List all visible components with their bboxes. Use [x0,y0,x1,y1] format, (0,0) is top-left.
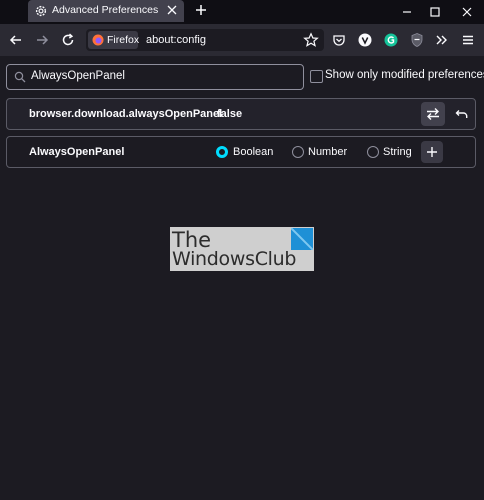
tab-advanced-preferences[interactable]: Advanced Preferences [28,0,184,22]
preference-row[interactable]: browser.download.alwaysOpenPanel false [6,98,476,130]
gear-icon [35,5,47,17]
pocket-icon[interactable] [331,32,347,48]
extension-v-icon[interactable] [357,32,373,48]
bookmark-star-icon[interactable] [303,32,319,48]
maximize-icon[interactable] [428,5,442,19]
preference-value: false [217,108,243,120]
reset-button[interactable] [450,102,474,126]
overflow-chevron-icon[interactable] [434,32,450,48]
identity-label: Firefox [107,34,140,46]
search-value: AlwaysOpenPanel [31,70,125,82]
close-window-icon[interactable] [460,5,474,19]
url-text[interactable]: about:config [146,34,206,46]
radio-number-label[interactable]: Number [308,146,347,158]
grammarly-icon[interactable] [383,32,399,48]
reload-icon[interactable] [60,32,76,48]
show-modified-label[interactable]: Show only modified preferences [325,69,484,81]
add-preference-row: AlwaysOpenPanel Boolean Number String [6,136,476,168]
search-icon [14,71,26,83]
minimize-icon[interactable] [400,5,414,19]
identity-box[interactable]: Firefox [88,31,140,49]
title-bar: Advanced Preferences [0,0,484,24]
watermark-logo: The WindowsClub [170,227,314,271]
shield-extension-icon[interactable] [409,32,425,48]
windows-logo-icon [291,228,313,250]
radio-string[interactable] [367,146,379,158]
watermark-line2: WindowsClub [172,248,297,270]
toggle-button[interactable] [421,102,445,126]
radio-boolean[interactable] [216,146,228,158]
undo-icon [455,110,468,118]
hamburger-menu-icon[interactable] [460,32,476,48]
radio-boolean-label[interactable]: Boolean [233,146,273,158]
forward-arrow-icon[interactable] [34,32,50,48]
show-modified-checkbox[interactable] [310,70,323,83]
search-input[interactable]: AlwaysOpenPanel [6,64,304,90]
about-config-page: AlwaysOpenPanel Show only modified prefe… [0,56,484,500]
back-arrow-icon[interactable] [8,32,24,48]
new-preference-name: AlwaysOpenPanel [29,146,125,158]
navigation-toolbar: Firefox about:config [0,24,484,56]
add-button[interactable] [421,141,443,163]
new-tab-icon[interactable] [195,4,207,16]
firefox-logo-icon [92,34,104,46]
preference-name: browser.download.alwaysOpenPanel [29,108,223,120]
radio-string-label[interactable]: String [383,146,412,158]
plus-icon [427,147,437,157]
toggle-arrows-icon [427,108,439,120]
tab-title: Advanced Preferences [52,4,159,16]
radio-number[interactable] [292,146,304,158]
url-bar[interactable]: Firefox about:config [86,29,324,51]
close-tab-icon[interactable] [166,4,178,16]
